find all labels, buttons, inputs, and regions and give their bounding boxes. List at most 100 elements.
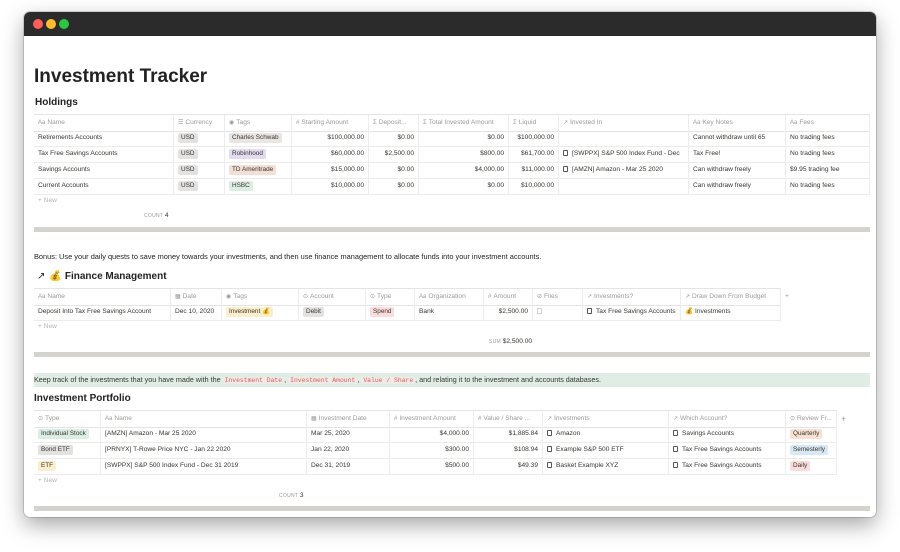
holdings-cell-liquid[interactable]: $100,000.00: [509, 130, 559, 146]
portfolio-cell-investment[interactable]: Basket Example XYZ: [543, 458, 669, 474]
portfolio-column-header[interactable]: # Investment Amount: [390, 411, 474, 427]
holdings-cell-name[interactable]: Current Accounts: [34, 178, 174, 194]
finance-cell-amount[interactable]: $2,500.00: [484, 304, 533, 320]
holdings-cell-invested_in[interactable]: [SWPPX] S&P 500 Index Fund - Dec: [559, 146, 689, 162]
portfolio-cell-date[interactable]: Mar 25, 2020: [307, 426, 390, 442]
portfolio-cell-investment[interactable]: Example S&P 500 ETF: [543, 442, 669, 458]
portfolio-cell-amount[interactable]: $500.00: [390, 458, 474, 474]
holdings-cell-liquid[interactable]: $11,000.00: [509, 162, 559, 178]
holdings-column-header[interactable]: # Starting Amount: [292, 115, 369, 131]
finance-title-label[interactable]: Finance Management: [65, 271, 167, 282]
portfolio-cell-type[interactable]: Individual Stock: [34, 426, 101, 442]
holdings-cell-fees[interactable]: No trading fees: [786, 146, 870, 162]
holdings-cell-liquid[interactable]: $10,000.00: [509, 178, 559, 194]
finance-cell-drawdown[interactable]: 💰 Investments: [681, 304, 781, 320]
holdings-cell-deposit[interactable]: $0.00: [369, 178, 419, 194]
portfolio-cell-name[interactable]: [SWPPX] S&P 500 Index Fund - Dec 31 2019: [101, 458, 307, 474]
holdings-cell-total[interactable]: $0.00: [419, 130, 509, 146]
holdings-column-header[interactable]: Σ Total Invested Amount: [419, 115, 509, 131]
holdings-cell-liquid[interactable]: $61,700.00: [509, 146, 559, 162]
finance-column-header[interactable]: Aa Organization: [415, 289, 484, 305]
holdings-cell-tag[interactable]: HSBC: [225, 178, 292, 194]
portfolio-cell-date[interactable]: Dec 31, 2019: [307, 458, 390, 474]
portfolio-cell-account[interactable]: Savings Accounts: [669, 426, 786, 442]
finance-cell-files[interactable]: [533, 304, 583, 320]
holdings-cell-notes[interactable]: Tax Free!: [689, 146, 786, 162]
portfolio-column-header[interactable]: ⊙ Type: [34, 411, 101, 427]
holdings-cell-deposit[interactable]: $0.00: [369, 130, 419, 146]
portfolio-cell-name[interactable]: [PRNYX] T-Rowe Price NYC - Jan 22 2020: [101, 442, 307, 458]
finance-cell-account[interactable]: Debit: [299, 304, 366, 320]
portfolio-cell-review[interactable]: Semesterly: [786, 442, 837, 458]
holdings-cell-starting[interactable]: $60,000.00: [292, 146, 369, 162]
holdings-table-row[interactable]: Savings Accounts USD TD Ameritrade $15,000.…: [34, 162, 870, 179]
finance-calculation[interactable]: SUM $2,500.00: [489, 338, 532, 345]
finance-cell-date[interactable]: Dec 10, 2020: [171, 304, 222, 320]
holdings-cell-name[interactable]: Tax Free Savings Accounts: [34, 146, 174, 162]
portfolio-column-header[interactable]: ⊙ Review Fr...: [786, 411, 837, 427]
holdings-cell-name[interactable]: Retirements Accounts: [34, 130, 174, 146]
holdings-cell-currency[interactable]: USD: [174, 162, 225, 178]
portfolio-cell-investment[interactable]: Amazon: [543, 426, 669, 442]
portfolio-cell-amount[interactable]: $300.00: [390, 442, 474, 458]
portfolio-cell-review[interactable]: Quarterly: [786, 426, 837, 442]
holdings-column-header[interactable]: Aa Name: [34, 115, 174, 131]
holdings-table-row[interactable]: Current Accounts USD HSBC $10,000.00 $0.00 $0…: [34, 178, 870, 195]
portfolio-column-header[interactable]: ↗ Which Account?: [669, 411, 786, 427]
portfolio-cell-value[interactable]: $49.39: [474, 458, 543, 474]
finance-table-row[interactable]: Deposit Into Tax Free Savings Account Dec…: [34, 304, 781, 321]
holdings-cell-currency[interactable]: USD: [174, 178, 225, 194]
holdings-cell-total[interactable]: $0.00: [419, 178, 509, 194]
holdings-cell-currency[interactable]: USD: [174, 146, 225, 162]
holdings-cell-deposit[interactable]: $0.00: [369, 162, 419, 178]
maximize-window-button[interactable]: [59, 19, 69, 29]
holdings-column-header[interactable]: Aa Key Notes: [689, 115, 786, 131]
holdings-cell-invested_in[interactable]: [559, 130, 689, 146]
portfolio-table-row[interactable]: Bond ETF [PRNYX] T-Rowe Price NYC - Jan 2…: [34, 442, 837, 459]
holdings-cell-fees[interactable]: $9.95 trading fee: [786, 162, 870, 178]
holdings-cell-total[interactable]: $800.00: [419, 146, 509, 162]
holdings-cell-notes[interactable]: Can withdraw freely: [689, 162, 786, 178]
portfolio-cell-type[interactable]: ETF: [34, 458, 101, 474]
portfolio-table-row[interactable]: ETF [SWPPX] S&P 500 Index Fund - Dec 31 2…: [34, 458, 837, 475]
portfolio-cell-account[interactable]: Tax Free Savings Accounts: [669, 442, 786, 458]
finance-column-header[interactable]: Aa Name: [34, 289, 171, 305]
finance-cell-type[interactable]: Spend: [366, 304, 415, 320]
portfolio-table-row[interactable]: Individual Stock [AMZN] Amazon - Mar 25 2…: [34, 426, 837, 443]
portfolio-cell-account[interactable]: Tax Free Savings Accounts: [669, 458, 786, 474]
holdings-column-header[interactable]: ↗ Invested In: [559, 115, 689, 131]
holdings-cell-tag[interactable]: Charles Schwab: [225, 130, 292, 146]
holdings-cell-fees[interactable]: No trading fees: [786, 178, 870, 194]
finance-column-header[interactable]: ▦ Date: [171, 289, 222, 305]
portfolio-column-header[interactable]: Aa Name: [101, 411, 307, 427]
finance-column-header[interactable]: ⊘ Files: [533, 289, 583, 305]
holdings-cell-name[interactable]: Savings Accounts: [34, 162, 174, 178]
holdings-column-header[interactable]: Σ Deposit...: [369, 115, 419, 131]
finance-cell-investments[interactable]: Tax Free Savings Accounts: [583, 304, 681, 320]
portfolio-cell-date[interactable]: Jan 22, 2020: [307, 442, 390, 458]
new-row-button[interactable]: + New: [38, 197, 57, 204]
holdings-cell-invested_in[interactable]: [AMZN] Amazon - Mar 25 2020: [559, 162, 689, 178]
portfolio-calculation[interactable]: COUNT 3: [279, 492, 304, 499]
finance-column-header[interactable]: ↗ Draw Down From Budget: [681, 289, 781, 305]
holdings-table-row[interactable]: Tax Free Savings Accounts USD Robinhood $60…: [34, 146, 870, 163]
holdings-column-header[interactable]: ◉ Tags: [225, 115, 292, 131]
holdings-cell-starting[interactable]: $10,000.00: [292, 178, 369, 194]
portfolio-cell-value[interactable]: $1,885.84: [474, 426, 543, 442]
holdings-cell-invested_in[interactable]: [559, 178, 689, 194]
finance-cell-organization[interactable]: Bank: [415, 304, 484, 320]
portfolio-cell-amount[interactable]: $4,000.00: [390, 426, 474, 442]
holdings-cell-currency[interactable]: USD: [174, 130, 225, 146]
holdings-cell-fees[interactable]: No trading fees: [786, 130, 870, 146]
add-column-button[interactable]: +: [781, 289, 799, 305]
holdings-cell-notes[interactable]: Can withdraw freely: [689, 178, 786, 194]
finance-column-header[interactable]: ⊙ Type: [366, 289, 415, 305]
minimize-window-button[interactable]: [46, 19, 56, 29]
finance-cell-name[interactable]: Deposit Into Tax Free Savings Account: [34, 304, 171, 320]
holdings-cell-tag[interactable]: Robinhood: [225, 146, 292, 162]
finance-column-header[interactable]: ↗ Investments?: [583, 289, 681, 305]
portfolio-cell-type[interactable]: Bond ETF: [34, 442, 101, 458]
holdings-column-header[interactable]: Σ Liquid: [509, 115, 559, 131]
portfolio-column-header[interactable]: ↗ Investments: [543, 411, 669, 427]
finance-cell-tag[interactable]: Investment 💰: [222, 304, 299, 320]
